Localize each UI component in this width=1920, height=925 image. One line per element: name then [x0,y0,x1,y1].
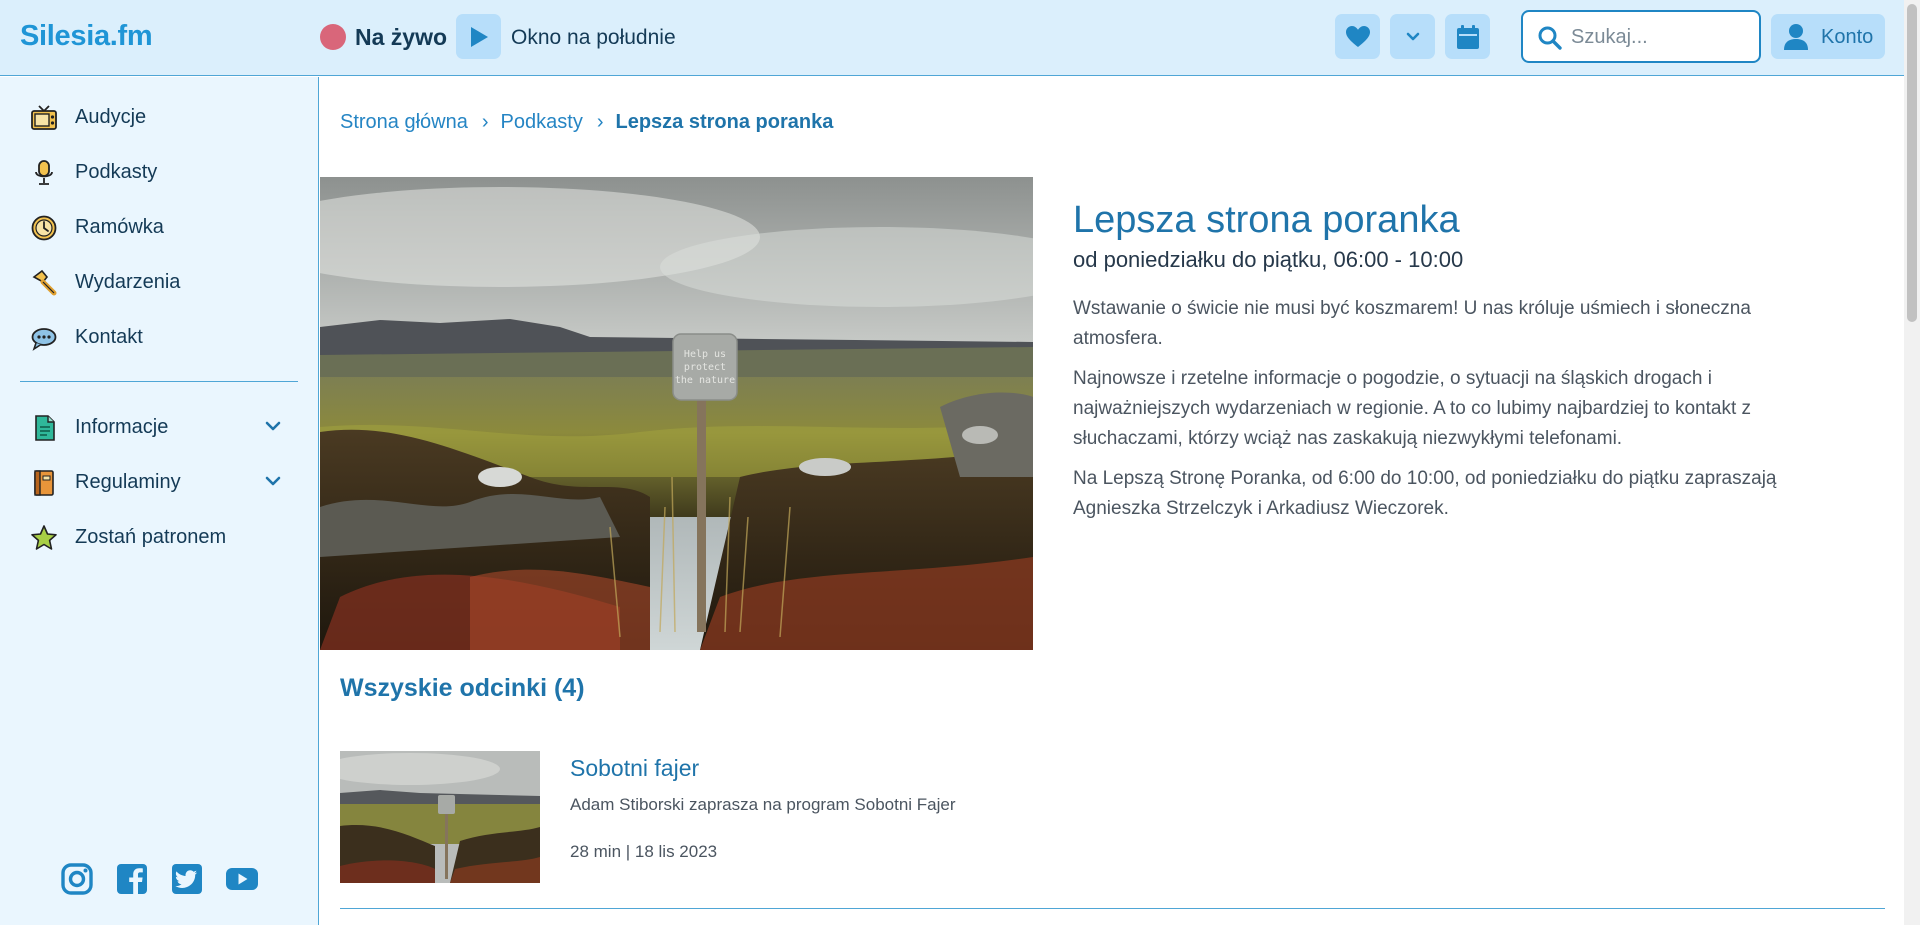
breadcrumb-separator-icon: › [596,111,604,133]
sidebar-item-zostan-patronem[interactable]: Zostań patronem [0,515,318,559]
sidebar-item-label: Podkasty [75,161,158,183]
account-button[interactable]: Konto [1771,14,1885,59]
user-icon [1784,24,1808,50]
top-bar: Silesia.fm Na żywo Okno na południe Szuk… [0,0,1904,76]
show-cover-image: Help us protect the nature [320,177,1033,650]
chevron-down-icon [1406,32,1419,40]
speech-bubble-icon [31,328,57,351]
episode-meta: 28 min | 18 lis 2023 [570,842,718,861]
microphone-icon [35,160,53,185]
twitter-icon[interactable] [169,861,205,897]
breadcrumb: Strona główna › Podkasty › Lepsza strona por… [340,111,833,134]
show-description-paragraph: Na Lepszą Stronę Poranka, od 6:00 do 10:… [1073,468,1777,519]
site-logo[interactable]: Silesia.fm [20,20,153,53]
show-description-paragraph: Wstawanie o świcie nie musi być koszmare… [1073,298,1751,349]
sidebar-item-label: Audycje [75,106,147,128]
page-scrollbar-thumb[interactable] [1907,4,1917,322]
sidebar-item-label: Wydarzenia [75,271,181,293]
show-title: Lepsza strona poranka [1073,199,1460,241]
breadcrumb-current: Lepsza strona poranka [615,111,834,133]
breadcrumb-home-link[interactable]: Strona główna [340,111,468,133]
instagram-icon[interactable] [59,861,95,897]
book-icon [34,470,54,496]
now-playing-title[interactable]: Okno na południe [511,26,676,50]
heart-icon [1345,25,1370,47]
sidebar-item-label: Ramówka [75,216,164,238]
search-icon [1538,26,1562,50]
play-button[interactable] [456,14,501,59]
breadcrumb-podcasts-link[interactable]: Podkasty [501,111,583,133]
chevron-down-icon [265,476,281,486]
chevron-down-icon [265,421,281,431]
show-description-paragraph: Najnowsze i rzetelne informacje o pogodz… [1073,368,1752,449]
episode-thumbnail[interactable] [340,751,540,883]
calendar-icon [1456,24,1479,49]
svg-text:protect: protect [684,362,726,373]
clock-icon [31,215,57,241]
svg-text:Help us: Help us [684,349,726,360]
sidebar-item-label: Zostań patronem [75,526,227,548]
live-label: Na żywo [355,24,448,50]
sidebar-item-regulaminy[interactable]: Regulaminy [0,460,318,504]
sidebar-item-label: Informacje [75,416,169,438]
episodes-heading: Wszyskie odcinki (4) [340,674,585,702]
svg-text:the nature: the nature [675,375,735,386]
sidebar-item-podkasty[interactable]: Podkasty [0,150,318,194]
pin-icon [32,269,57,296]
search-box[interactable] [1521,10,1761,63]
document-icon [35,415,55,441]
sidebar-item-informacje[interactable]: Informacje [0,405,318,449]
sidebar-item-kontakt[interactable]: Kontakt [0,315,318,359]
sidebar-item-label: Regulaminy [75,471,181,493]
live-indicator-dot [320,24,346,50]
facebook-icon[interactable] [114,861,150,897]
schedule-button[interactable] [1445,14,1490,59]
account-label: Konto [1821,26,1874,48]
more-dropdown-button[interactable] [1390,14,1435,59]
episode-divider [340,908,1885,909]
sidebar-divider [20,381,298,382]
play-icon [470,26,488,47]
sidebar-item-audycje[interactable]: Audycje [0,95,318,139]
show-schedule: od poniedziałku do piątku, 06:00 - 10:00 [1073,247,1464,272]
episode-title[interactable]: Sobotni fajer [570,755,699,782]
episode-description: Adam Stiborski zaprasza na program Sobot… [570,795,956,814]
tv-icon [31,105,57,130]
show-description: Wstawanie o świcie nie musi być koszmare… [1073,294,1818,534]
breadcrumb-separator-icon: › [481,111,489,133]
sidebar-item-wydarzenia[interactable]: Wydarzenia [0,260,318,304]
star-icon [31,525,57,550]
youtube-icon[interactable] [224,861,260,897]
sidebar: Audycje Podkasty Ramówka Wydarzenia Kont… [0,77,319,925]
sidebar-item-label: Kontakt [75,326,143,348]
sidebar-item-ramowka[interactable]: Ramówka [0,205,318,249]
favorites-button[interactable] [1335,14,1380,59]
search-input[interactable] [1571,23,1749,51]
